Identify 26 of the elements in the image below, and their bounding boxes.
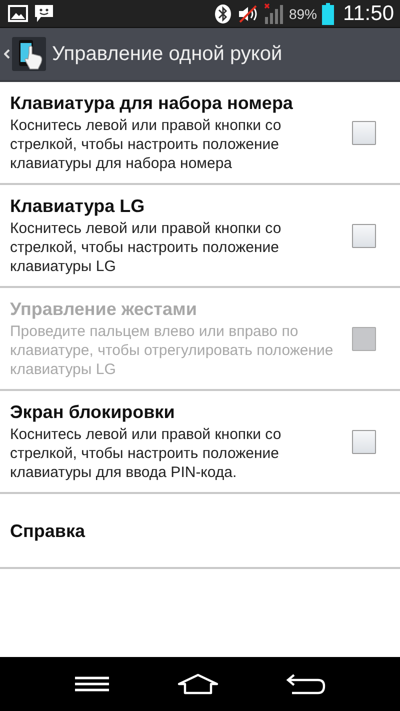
setting-title[interactable]: Экран блокировки [10, 401, 352, 423]
muted-speaker-icon [236, 4, 259, 22]
clock: 11:50 [343, 2, 394, 26]
signal-icon [264, 2, 284, 24]
setting-summary: Коснитесь левой или правой кнопки со стрелкой, чтобы настроить положение клавиатуры для ввода PIN-кода. [10, 425, 282, 482]
screen-title: Управление одной рукой [52, 42, 282, 66]
back-chevron-icon [4, 49, 10, 59]
back-icon[interactable] [286, 673, 326, 695]
home-icon[interactable] [176, 673, 219, 695]
checkbox[interactable] [352, 120, 376, 144]
setting-summary: Коснитесь левой или правой кнопки со стрелкой, чтобы настроить положение клавиатуры LG [10, 219, 282, 276]
battery-percent: 89% [288, 6, 317, 22]
setting-title[interactable]: Клавиатура для набора номера [10, 92, 352, 114]
phone-touch-icon [12, 37, 46, 71]
menu-icon[interactable] [74, 676, 110, 692]
checkbox[interactable] [352, 224, 376, 248]
picture-notification-icon [8, 5, 28, 22]
bluetooth-icon [214, 4, 232, 24]
checkbox[interactable] [352, 430, 376, 454]
battery-icon [322, 2, 334, 24]
message-icon [34, 4, 54, 23]
setting-summary: Коснитесь левой или правой кнопки со стрелкой, чтобы настроить положение клавиатуры для набора номера [10, 116, 282, 173]
setting-summary: Проведите пальцем влево или вправо по клавиатуре, чтобы отрегулировать положение клавиатуры LG [10, 322, 334, 379]
back-navigation[interactable] [4, 37, 46, 71]
setting-title[interactable]: Клавиатура LG [10, 195, 352, 217]
setting-title[interactable]: Справка [10, 520, 376, 542]
